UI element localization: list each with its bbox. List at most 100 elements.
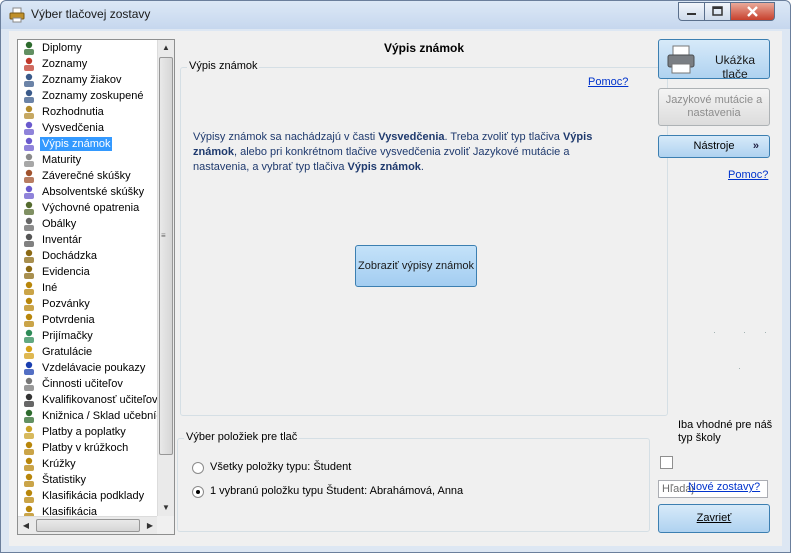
sidebar-item[interactable]: Vysvedčenia <box>18 120 158 136</box>
teacher-icon <box>21 392 37 408</box>
sidebar-item[interactable]: Výchovné opatrenia <box>18 200 158 216</box>
selection-group: Výber položiek pre tlač Všetky položky t… <box>177 431 650 532</box>
sidebar-item-label: Maturity <box>42 154 82 166</box>
money-icon <box>21 424 37 440</box>
sidebar-item-label: Zoznamy zoskupené <box>42 90 144 102</box>
sidebar-item-label: Iné <box>42 282 58 294</box>
tools-button[interactable]: Nástroje » <box>658 135 770 158</box>
sidebar-item-label: Výpis známok <box>40 137 113 151</box>
sidebar-item[interactable]: Knižnica / Sklad učebníc <box>18 408 158 424</box>
maximize-icon <box>712 6 723 16</box>
sidebar-item-label: Evidencia <box>42 266 90 278</box>
sidebar-item[interactable]: Prijímačky <box>18 328 158 344</box>
printer-icon <box>667 45 695 74</box>
scroll-right-arrow-icon[interactable]: ▶ <box>142 518 158 534</box>
sidebar-item[interactable]: Krúžky <box>18 456 158 472</box>
sidebar-item-label: Prijímačky <box>42 330 93 342</box>
sidebar-item[interactable]: Zoznamy žiakov <box>18 72 158 88</box>
sidebar-item[interactable]: Platby v krúžkoch <box>18 440 158 456</box>
trophy-icon <box>21 152 37 168</box>
radio-label: 1 vybranú položku typu Študent: Abrahámo… <box>210 485 464 497</box>
sidebar-item[interactable]: Kvalifikovanosť učiteľov <box>18 392 158 408</box>
sidebar-item[interactable]: Štatistiky <box>18 472 158 488</box>
sidebar-item-label: Klasifikácia podklady <box>42 490 145 502</box>
info-text: Výpisy známok sa nachádzajú v časti Vysv… <box>193 130 613 175</box>
help-link-right[interactable]: Pomoc? <box>728 169 768 181</box>
sidebar-item[interactable]: Platby a poplatky <box>18 424 158 440</box>
radio-button[interactable] <box>192 462 204 474</box>
minimize-icon <box>687 13 696 15</box>
document-icon <box>21 376 37 392</box>
grades-group-title: Výpis známok <box>187 60 260 72</box>
diploma-icon <box>21 40 37 56</box>
sidebar-item[interactable]: Zoznamy <box>18 56 158 72</box>
suitable-only-label: Iba vhodné pre náš typ školy <box>678 419 773 444</box>
scroll-up-arrow-icon[interactable]: ▲ <box>158 40 174 56</box>
sidebar-item[interactable]: Vzdelávacie poukazy <box>18 360 158 376</box>
radio-button[interactable] <box>192 486 204 498</box>
dot-mark: · <box>764 327 767 337</box>
scroll-left-arrow-icon[interactable]: ◀ <box>18 518 34 534</box>
sidebar-item[interactable]: Klasifikácia <box>18 504 158 516</box>
vertical-scrollbar[interactable]: ▲ ≡ ▼ <box>157 40 174 516</box>
sidebar-item-label: Krúžky <box>42 458 76 470</box>
sidebar-item-label: Klasifikácia <box>42 506 98 516</box>
sidebar-item[interactable]: Potvrdenia <box>18 312 158 328</box>
sidebar-item[interactable]: Dochádzka <box>18 248 158 264</box>
checkmark-icon <box>21 360 37 376</box>
language-settings-button[interactable]: Jazykové mutácie a nastavenia <box>658 88 770 126</box>
envelope-icon <box>21 216 37 232</box>
sidebar-item-label: Potvrdenia <box>42 314 95 326</box>
sidebar-item-label: Kvalifikovanosť učiteľov <box>42 394 158 406</box>
sidebar-item-label: Rozhodnutia <box>42 106 104 118</box>
sidebar-item[interactable]: Pozvánky <box>18 296 158 312</box>
sidebar-item[interactable]: Rozhodnutia <box>18 104 158 120</box>
horizontal-scrollbar[interactable]: ◀ ▶ <box>18 516 158 534</box>
category-items: Diplomy Zoznamy Zoznamy žiakov Zoznamy zosk… <box>18 40 158 516</box>
maximize-button[interactable] <box>704 2 731 21</box>
sidebar-item[interactable]: Maturity <box>18 152 158 168</box>
close-dialog-button[interactable]: Zavrieť <box>658 504 770 533</box>
show-grades-button[interactable]: Zobraziť výpisy známok <box>355 245 477 287</box>
dialog-client-area: Diplomy Zoznamy Zoznamy žiakov Zoznamy zosk… <box>9 31 782 546</box>
sidebar-item[interactable]: Obálky <box>18 216 158 232</box>
certificate-icon <box>21 184 37 200</box>
info-text-bold: Výpis známok <box>347 161 421 173</box>
minimize-button[interactable] <box>678 2 705 21</box>
dot-mark: · <box>738 363 741 373</box>
sidebar-item[interactable]: Zoznamy zoskupené <box>18 88 158 104</box>
sidebar-item[interactable]: Absolventské skúšky <box>18 184 158 200</box>
sidebar-item-label: Výchovné opatrenia <box>42 202 140 214</box>
sidebar-item[interactable]: Záverečné skúšky <box>18 168 158 184</box>
measures-icon <box>21 200 37 216</box>
grades-group: Výpis známok Pomoc? Výpisy známok sa nac… <box>180 60 668 416</box>
vertical-scroll-thumb[interactable] <box>159 57 173 455</box>
sidebar-item[interactable]: Iné <box>18 280 158 296</box>
dot-mark: · <box>743 327 746 337</box>
scroll-down-arrow-icon[interactable]: ▼ <box>158 500 174 516</box>
certificate-icon <box>21 120 37 136</box>
report-category-list[interactable]: Diplomy Zoznamy Zoznamy žiakov Zoznamy zosk… <box>17 39 175 535</box>
print-preview-button[interactable]: Ukážka tlače <box>658 39 770 81</box>
book-icon <box>21 168 37 184</box>
sidebar-item[interactable]: Evidencia <box>18 264 158 280</box>
sidebar-item[interactable]: Gratulácie <box>18 344 158 360</box>
sidebar-item-label: Zoznamy <box>42 58 88 70</box>
sidebar-item[interactable]: Diplomy <box>18 40 158 56</box>
suitable-only-checkbox[interactable] <box>660 456 673 469</box>
close-window-button[interactable] <box>730 2 775 21</box>
sidebar-item[interactable]: Činnosti učiteľov <box>18 376 158 392</box>
sidebar-item[interactable]: Klasifikácia podklady <box>18 488 158 504</box>
title-bar[interactable]: Výber tlačovej zostavy <box>1 1 790 29</box>
gift-icon <box>21 344 37 360</box>
help-link-center[interactable]: Pomoc? <box>588 76 628 88</box>
sidebar-item[interactable]: Inventár <box>18 232 158 248</box>
radio-label: Všetky položky typu: Študent <box>210 461 352 473</box>
horizontal-scroll-thumb[interactable] <box>36 519 140 532</box>
sidebar-item-label: Dochádzka <box>42 250 98 262</box>
sidebar-item[interactable]: Výpis známok <box>18 136 158 152</box>
sidebar-item-label: Gratulácie <box>42 346 93 358</box>
new-reports-link[interactable]: Nové zostavy? <box>688 481 760 493</box>
person-icon <box>21 488 37 504</box>
sidebar-item-label: Platby v krúžkoch <box>42 442 129 454</box>
